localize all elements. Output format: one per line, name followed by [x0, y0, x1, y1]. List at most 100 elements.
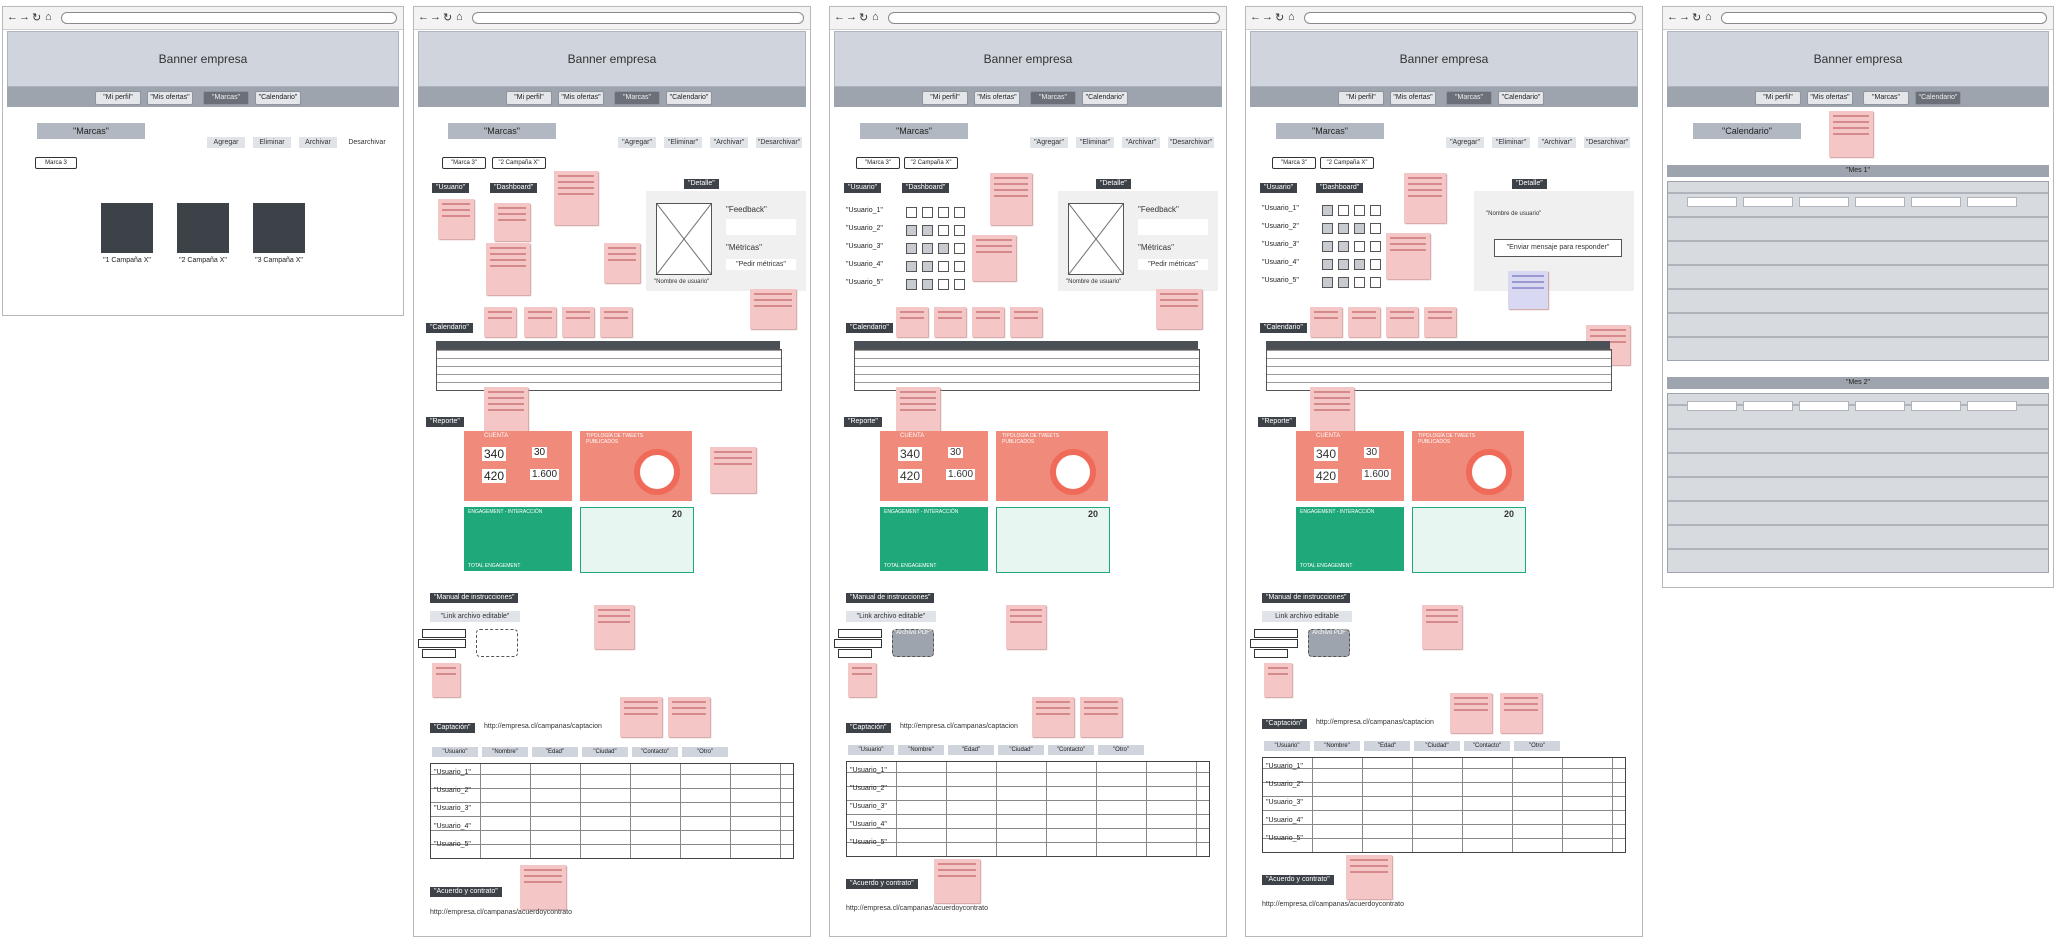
status-box[interactable]: [1370, 223, 1381, 234]
feedback-field[interactable]: [1138, 219, 1208, 235]
nav-mis-ofertas[interactable]: "Mis ofertas": [558, 91, 604, 105]
home-icon[interactable]: ⌂: [872, 11, 879, 23]
user-row[interactable]: "Usuario_4": [1262, 259, 1299, 266]
reload-icon[interactable]: ↻: [443, 11, 452, 24]
unarchive-button[interactable]: "Desarchivar": [1584, 137, 1630, 148]
user-row[interactable]: "Usuario_2": [846, 225, 883, 232]
status-box[interactable]: [922, 207, 933, 218]
status-box[interactable]: [938, 243, 949, 254]
status-box[interactable]: [1354, 259, 1365, 270]
breadcrumb-brand[interactable]: "Marca 3": [856, 157, 900, 169]
small-button[interactable]: [422, 649, 456, 658]
brand-tag[interactable]: Marca 3: [35, 157, 77, 169]
delete-button[interactable]: "Eliminar": [1492, 137, 1530, 148]
status-box[interactable]: [922, 261, 933, 272]
archive-button[interactable]: "Archivar": [1538, 137, 1576, 148]
user-row[interactable]: "Usuario_1": [846, 207, 883, 214]
status-box[interactable]: [938, 279, 949, 290]
address-bar[interactable]: [1304, 12, 1636, 24]
day-cell[interactable]: [1855, 401, 1905, 411]
day-cell[interactable]: [1911, 197, 1961, 207]
nav-marcas[interactable]: "Marcas": [1446, 91, 1492, 105]
nav-calendario[interactable]: "Calendario": [1915, 91, 1961, 105]
status-box[interactable]: [1370, 205, 1381, 216]
home-icon[interactable]: ⌂: [456, 11, 463, 23]
nav-mi-perfil[interactable]: "Mi perfil": [1338, 91, 1384, 105]
address-bar[interactable]: [1721, 12, 2047, 24]
day-cell[interactable]: [1799, 197, 1849, 207]
status-box[interactable]: [1354, 223, 1365, 234]
nav-mis-ofertas[interactable]: "Mis ofertas": [1390, 91, 1436, 105]
status-box[interactable]: [1354, 277, 1365, 288]
small-button[interactable]: [838, 649, 872, 658]
captacion-link[interactable]: http://empresa.cl/campanas/captacion: [1316, 719, 1434, 726]
delete-button[interactable]: "Eliminar": [664, 137, 702, 148]
day-cell[interactable]: [1687, 401, 1737, 411]
campaign-tile-3[interactable]: [253, 203, 305, 253]
status-box[interactable]: [954, 207, 965, 218]
nav-mis-ofertas[interactable]: "Mis ofertas": [1807, 91, 1853, 105]
user-row[interactable]: "Usuario_1": [1262, 205, 1299, 212]
forward-icon[interactable]: →: [1262, 11, 1273, 23]
small-button[interactable]: [1254, 649, 1288, 658]
nav-marcas[interactable]: "Marcas": [1863, 91, 1909, 105]
status-box[interactable]: [906, 279, 917, 290]
status-box[interactable]: [1370, 241, 1381, 252]
status-box[interactable]: [938, 261, 949, 272]
nav-calendario[interactable]: "Calendario": [1082, 91, 1128, 105]
day-cell[interactable]: [1967, 197, 2017, 207]
status-box[interactable]: [954, 279, 965, 290]
unarchive-button[interactable]: "Desarchivar": [1168, 137, 1214, 148]
home-icon[interactable]: ⌂: [1705, 11, 1712, 23]
small-button[interactable]: [1250, 639, 1298, 648]
nav-marcas[interactable]: "Marcas": [614, 91, 660, 105]
forward-icon[interactable]: →: [19, 11, 30, 23]
add-button[interactable]: "Agregar": [1446, 137, 1484, 148]
nav-mi-perfil[interactable]: "Mi perfil": [1755, 91, 1801, 105]
breadcrumb-campaign[interactable]: "2 Campaña X": [904, 157, 958, 169]
request-metrics-button[interactable]: "Pedir métricas": [1138, 259, 1208, 270]
status-box[interactable]: [906, 207, 917, 218]
add-button[interactable]: Agregar: [207, 137, 245, 148]
feedback-field[interactable]: [726, 219, 796, 235]
status-box[interactable]: [906, 243, 917, 254]
nav-mis-ofertas[interactable]: "Mis ofertas": [147, 91, 193, 105]
status-box[interactable]: [954, 261, 965, 272]
link-editable[interactable]: Link archivo editable: [1262, 611, 1352, 622]
status-box[interactable]: [1322, 259, 1333, 270]
nav-mi-perfil[interactable]: "Mi perfil": [506, 91, 552, 105]
user-row[interactable]: "Usuario_5": [846, 279, 883, 286]
acuerdo-link[interactable]: http://empresa.cl/campanas/acuerdoycontr…: [1262, 901, 1404, 908]
status-box[interactable]: [938, 225, 949, 236]
acuerdo-link[interactable]: http://empresa.cl/campanas/acuerdoycontr…: [430, 909, 572, 916]
user-row[interactable]: "Usuario_2": [1262, 223, 1299, 230]
address-bar[interactable]: [472, 12, 804, 24]
day-cell[interactable]: [1855, 197, 1905, 207]
nav-mis-ofertas[interactable]: "Mis ofertas": [974, 91, 1020, 105]
user-row[interactable]: "Usuario_5": [1262, 277, 1299, 284]
link-editable[interactable]: "Link archivo editable": [430, 611, 520, 622]
captacion-link[interactable]: http://empresa.cl/campanas/captacion: [484, 723, 602, 730]
status-box[interactable]: [938, 207, 949, 218]
status-box[interactable]: [906, 225, 917, 236]
status-box[interactable]: [1370, 259, 1381, 270]
campaign-tile-2[interactable]: [177, 203, 229, 253]
back-icon[interactable]: ←: [7, 11, 18, 23]
nav-marcas[interactable]: "Marcas": [203, 91, 249, 105]
unarchive-button[interactable]: "Desarchivar": [756, 137, 802, 148]
small-button[interactable]: [838, 629, 882, 638]
nav-calendario[interactable]: "Calendario": [255, 91, 301, 105]
reload-icon[interactable]: ↻: [32, 11, 41, 24]
address-bar[interactable]: [888, 12, 1220, 24]
status-box[interactable]: [954, 243, 965, 254]
status-box[interactable]: [1354, 241, 1365, 252]
status-box[interactable]: [906, 261, 917, 272]
status-box[interactable]: [1338, 277, 1349, 288]
small-button[interactable]: [422, 629, 466, 638]
status-box[interactable]: [1338, 241, 1349, 252]
archive-button[interactable]: "Archivar": [1122, 137, 1160, 148]
reload-icon[interactable]: ↻: [1275, 11, 1284, 24]
pdf-placeholder[interactable]: "Archivo PDF": [892, 629, 934, 657]
breadcrumb-brand[interactable]: "Marca 3": [1272, 157, 1316, 169]
nav-calendario[interactable]: "Calendario": [1498, 91, 1544, 105]
